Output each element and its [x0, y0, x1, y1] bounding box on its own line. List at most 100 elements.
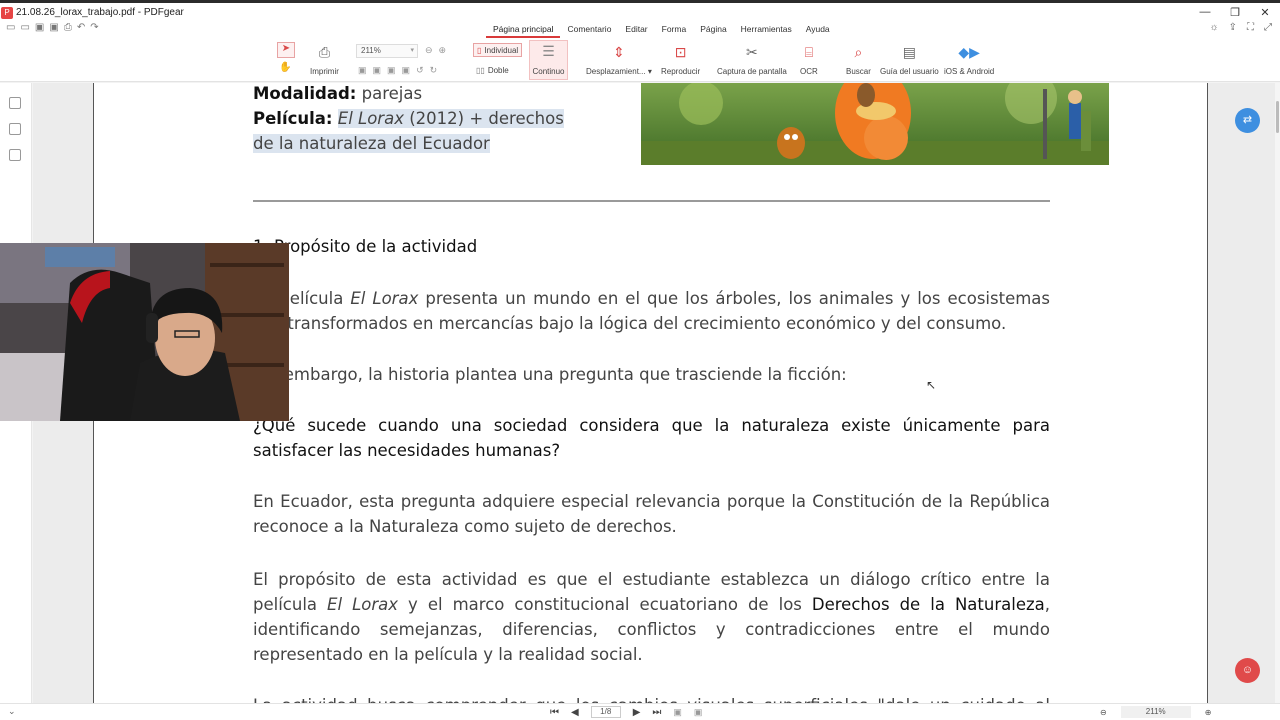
print-quick-icon[interactable]: ⎙ — [64, 22, 72, 33]
status-bar: ⌄ ⏮ ◀ 1/8 ▶ ⏭ ▣ ▣ ⊖ 211% ⊕ — [0, 703, 1280, 720]
double-page-icon: ▯▯ — [476, 65, 485, 75]
next-page-icon[interactable]: ▶ — [633, 707, 641, 718]
title-bar: P 21.08.26_lorax_trabajo.pdf - PDFgear —… — [0, 0, 1280, 22]
status-zoom-value[interactable]: 211% — [1120, 706, 1191, 718]
desplazamiento-button[interactable]: ⇕ Desplazamient... ▾ — [586, 42, 652, 76]
tab-pagina-principal[interactable]: Página principal — [486, 22, 561, 38]
paragraph-proposito: El propósito de esta actividad es que el… — [253, 570, 1050, 664]
fit-width-icon[interactable]: ▣ — [373, 65, 382, 76]
zoom-in-icon[interactable]: ⊕ — [439, 45, 447, 56]
print-button[interactable]: ⎙ Imprimir — [310, 42, 339, 76]
theme-icon[interactable]: ☼ — [1209, 22, 1218, 33]
tab-editar[interactable]: Editar — [618, 22, 654, 38]
share-icon[interactable]: ⇪ — [1229, 22, 1237, 33]
individual-mode-button[interactable]: ▯ Individual — [473, 43, 523, 57]
tab-pagina[interactable]: Página — [693, 22, 733, 38]
status-zoom-in-icon[interactable]: ⊕ — [1205, 708, 1212, 717]
view-tools-row: ▣ ▣ ▣ ▣ ↺ ↻ — [358, 65, 437, 76]
presentation-icon: ⊡ — [674, 44, 687, 60]
fit-window-icon[interactable]: ⤢ — [1264, 22, 1272, 33]
reproducir-button[interactable]: ⊡ Reproducir — [661, 42, 700, 76]
printer-icon: ⎙ — [318, 44, 331, 60]
fit-visible-icon[interactable]: ▣ — [402, 65, 411, 76]
redo-icon[interactable]: ↷ — [90, 22, 98, 33]
guia-button[interactable]: ▤ Guía del usuario — [880, 42, 939, 76]
pelicula-title: El Lorax — [337, 109, 404, 128]
page-navigation: ⏮ ◀ 1/8 ▶ ⏭ ▣ ▣ — [550, 706, 702, 718]
maximize-button[interactable]: ❐ — [1220, 6, 1250, 19]
tab-forma[interactable]: Forma — [655, 22, 694, 38]
comments-icon[interactable] — [9, 149, 21, 161]
translate-button[interactable]: ⇄ — [1235, 108, 1260, 133]
hand-tool-icon[interactable]: ✋ — [279, 62, 291, 73]
zoom-buttons: ⊖ ⊕ — [425, 45, 446, 56]
select-tool-icon[interactable]: ➤ — [277, 42, 295, 58]
fullscreen-icon[interactable]: ⛶ — [1247, 22, 1254, 33]
lorax-movie-image — [641, 83, 1109, 165]
right-header-icons: ☼ ⇪ ⛶ ⤢ — [1209, 22, 1272, 33]
ribbon-toolbar: ➤ ✋ ⎙ Imprimir 211% ▾ ⊖ ⊕ ▣ ▣ ▣ ▣ ↺ ↻ ▯ … — [0, 38, 1280, 82]
save-icon[interactable]: ▣ — [35, 22, 44, 33]
pdfgear-logo-icon: P — [1, 6, 13, 19]
captura-button[interactable]: ✂ Captura de pantalla — [717, 42, 787, 76]
translate-icon: ⇄ — [1242, 114, 1253, 126]
ai-assistant-button[interactable]: ☺ — [1235, 658, 1260, 683]
paragraph-1: La película El Lorax presenta un mundo e… — [253, 289, 1051, 333]
zoom-select[interactable]: 211% ▾ — [356, 44, 418, 58]
activity-meta: Modalidad: parejas Película: El Lorax (2… — [253, 83, 583, 156]
single-page-icon: ▯ — [477, 45, 482, 55]
fit-page-icon[interactable]: ▣ — [358, 65, 367, 76]
actual-size-icon[interactable]: ▣ — [387, 65, 396, 76]
section-divider — [253, 200, 1050, 202]
status-zoom-out-icon[interactable]: ⊖ — [1100, 708, 1107, 717]
scissors-icon: ✂ — [746, 44, 758, 60]
page-rotate-icon[interactable]: ▣ — [694, 707, 703, 718]
tab-comentario[interactable]: Comentario — [560, 22, 618, 38]
first-page-icon[interactable]: ⏮ — [550, 707, 559, 718]
modalidad-value: parejas — [356, 84, 423, 103]
app-store-icon: ◆▶ — [958, 44, 980, 60]
status-zoom-controls: ⊖ 211% ⊕ — [1100, 706, 1211, 718]
buscar-button[interactable]: ⌕ Buscar — [846, 42, 871, 76]
doble-mode-button[interactable]: ▯▯ Doble — [473, 63, 512, 77]
last-page-icon[interactable]: ⏭ — [652, 707, 661, 718]
continuo-mode-button[interactable]: ☰ Continuo — [529, 40, 568, 80]
ios-android-button[interactable]: ◆▶ iOS & Android — [944, 42, 994, 76]
ocr-icon: ⌸ — [804, 44, 814, 60]
new-file-icon[interactable]: ▭ — [6, 22, 15, 33]
open-folder-icon[interactable]: ▭ — [20, 22, 29, 33]
paragraph-ecuador: En Ecuador, esta pregunta adquiere espec… — [253, 492, 1050, 536]
menu-row: ▭ ▭ ▣ ▣ ⎙ ↶ ↷ Página principal Comentari… — [0, 22, 1280, 38]
scroll-mode-icon: ⇕ — [613, 44, 625, 60]
chevron-down-icon: ▾ — [410, 47, 414, 54]
zoom-out-icon[interactable]: ⊖ — [425, 45, 433, 56]
pdfgear-window: P 21.08.26_lorax_trabajo.pdf - PDFgear —… — [0, 0, 1280, 720]
rotate-right-icon[interactable]: ↻ — [430, 65, 438, 76]
pelicula-label: Película: — [253, 109, 333, 128]
vertical-scrollbar[interactable] — [1275, 83, 1280, 703]
rotate-left-icon[interactable]: ↺ — [416, 65, 424, 76]
page-number-input[interactable]: 1/8 — [590, 706, 621, 718]
thumbnails-icon[interactable] — [9, 123, 21, 135]
webcam-overlay — [0, 243, 289, 421]
previous-page-icon[interactable]: ◀ — [571, 707, 579, 718]
search-icon: ⌕ — [854, 44, 863, 60]
tab-herramientas[interactable]: Herramientas — [734, 22, 799, 38]
window-controls: — ❐ ✕ — [1190, 6, 1280, 19]
key-question: ¿Qué sucede cuando una sociedad consider… — [253, 416, 1050, 460]
continuous-scroll-icon: ☰ — [542, 43, 555, 59]
page-layout-icon[interactable]: ▣ — [673, 707, 682, 718]
bookmark-icon[interactable] — [9, 97, 21, 109]
user-guide-icon: ▤ — [902, 44, 916, 60]
tab-ayuda[interactable]: Ayuda — [799, 22, 837, 38]
save-as-icon[interactable]: ▣ — [49, 22, 58, 33]
menu-tabs: Página principal Comentario Editar Forma… — [486, 22, 837, 38]
scrollbar-thumb[interactable] — [1276, 101, 1279, 133]
close-button[interactable]: ✕ — [1250, 6, 1280, 19]
modalidad-label: Modalidad: — [253, 84, 357, 103]
minimize-button[interactable]: — — [1190, 6, 1220, 19]
undo-icon[interactable]: ↶ — [77, 22, 85, 33]
ocr-button[interactable]: ⌸ OCR — [800, 42, 818, 76]
expand-panel-icon[interactable]: ⌄ — [8, 706, 16, 717]
quick-access-toolbar: ▭ ▭ ▣ ▣ ⎙ ↶ ↷ — [6, 22, 99, 33]
